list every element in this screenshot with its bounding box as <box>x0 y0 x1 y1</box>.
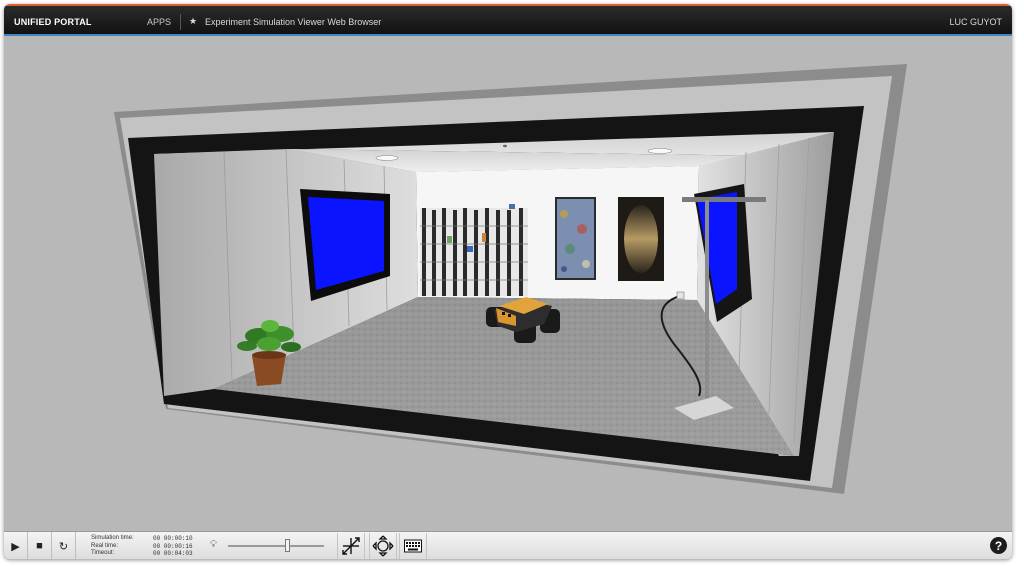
stat-label: Real time: <box>91 542 119 549</box>
stop-icon: ■ <box>36 540 43 552</box>
breadcrumb: Experiment Simulation Viewer Web Browser <box>205 17 382 27</box>
keyboard-button[interactable] <box>399 533 427 559</box>
stand-pole <box>705 200 709 404</box>
help-button[interactable]: ? <box>990 537 1007 554</box>
simulation-3d-viewport[interactable] <box>4 36 1012 530</box>
simulation-control-bar: ▶ ■ ↻ Simulation time: 00 00:00:10 Real … <box>4 531 1012 559</box>
simulation-stats: Simulation time: 00 00:00:10 Real time: … <box>91 535 193 558</box>
move-camera-button[interactable] <box>337 533 365 559</box>
lightbulb-icon: 💡︎ <box>210 539 217 550</box>
apps-menu[interactable]: APPS <box>147 17 171 27</box>
rotate-camera-icon <box>372 535 394 557</box>
app-window: UNIFIED PORTAL APPS ★ Experiment Simulat… <box>4 4 1012 559</box>
reset-icon: ↻ <box>58 540 69 553</box>
real-time-row: Real time: 00 00:00:16 <box>91 543 193 551</box>
light-intensity-slider[interactable] <box>228 539 324 552</box>
play-button[interactable]: ▶ <box>4 532 28 559</box>
stat-label: Timeout: <box>91 550 115 556</box>
stat-value: 00 00:00:10 <box>153 535 193 542</box>
scene-render <box>114 64 907 494</box>
back-wall-shelf <box>420 204 528 296</box>
reset-button[interactable]: ↻ <box>52 532 76 559</box>
stop-button[interactable]: ■ <box>28 532 52 559</box>
user-name[interactable]: LUC GUYOT <box>949 17 1002 27</box>
star-icon[interactable]: ★ <box>189 16 197 27</box>
stat-value: 00 00:00:16 <box>153 542 193 550</box>
keyboard-icon <box>404 539 422 553</box>
tripod-bar <box>682 197 766 202</box>
rotate-camera-button[interactable] <box>369 533 397 559</box>
stat-value: 00 00:04:03 <box>153 550 193 557</box>
stat-label: Simulation time: <box>91 535 134 541</box>
top-navigation-bar: UNIFIED PORTAL APPS ★ Experiment Simulat… <box>4 4 1012 36</box>
play-icon: ▶ <box>11 540 20 553</box>
timeout-row: Timeout: 00 00:04:03 <box>91 550 193 558</box>
simulation-time-row: Simulation time: 00 00:00:10 <box>91 535 193 543</box>
slider-handle[interactable] <box>285 539 290 552</box>
nav-divider <box>180 14 181 30</box>
portal-brand[interactable]: UNIFIED PORTAL <box>14 17 92 27</box>
move-camera-icon <box>342 537 360 555</box>
